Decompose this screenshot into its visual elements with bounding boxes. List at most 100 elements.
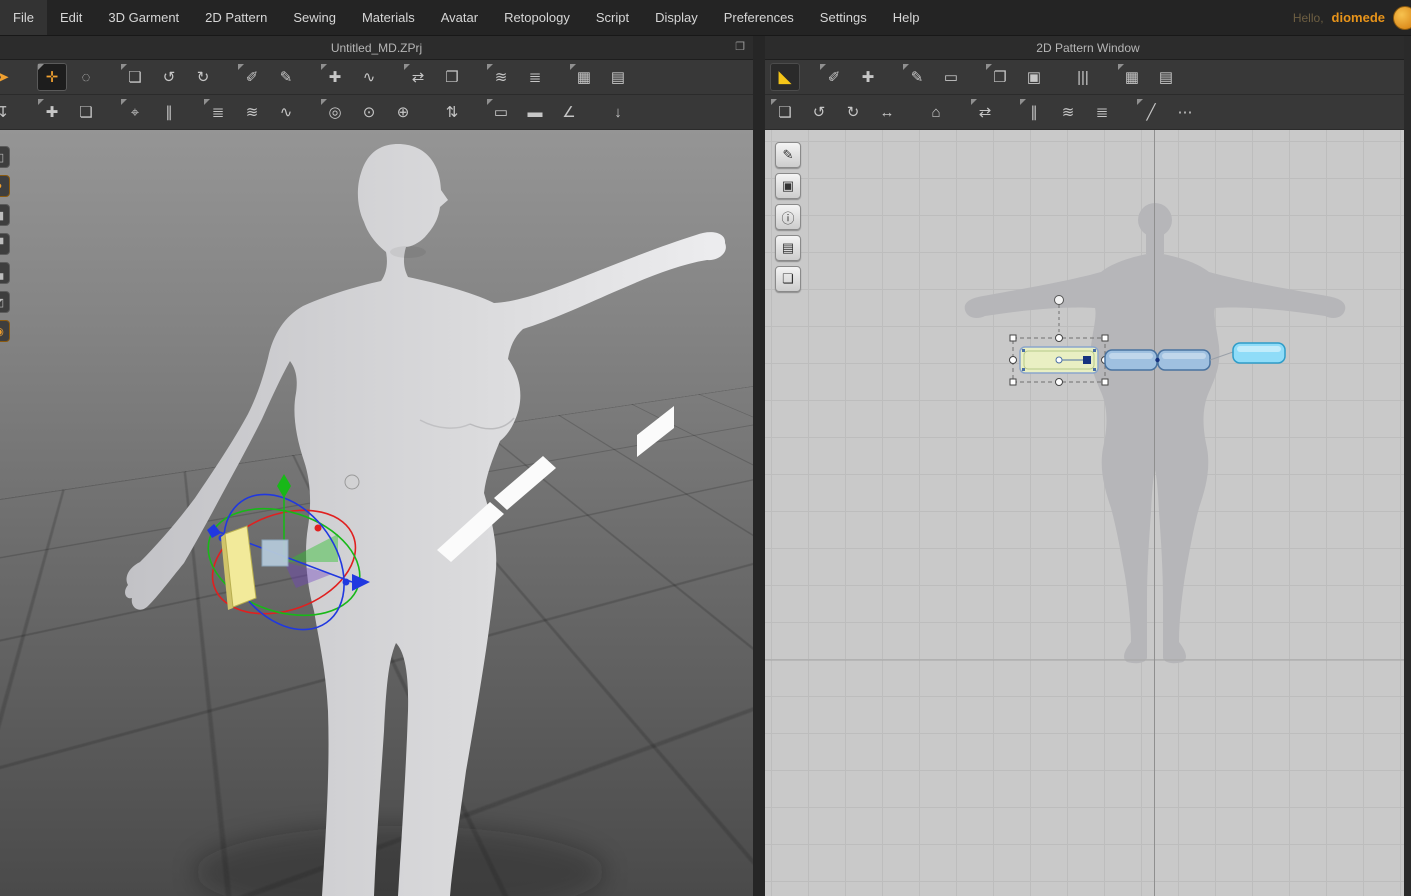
undock-icon[interactable]: ❐ <box>735 39 745 55</box>
stack-order-tool[interactable]: ≣ <box>520 63 550 91</box>
menu-materials[interactable]: Materials <box>349 0 428 35</box>
zipper-tool[interactable]: ⇅ <box>437 98 467 126</box>
menu-3d-garment[interactable]: 3D Garment <box>95 0 192 35</box>
menu-script[interactable]: Script <box>583 0 642 35</box>
basting-dash-tool[interactable]: ⋯ <box>1170 98 1200 126</box>
pattern-piece-3d-small[interactable] <box>637 406 674 457</box>
button-tool[interactable]: ◎ <box>320 98 350 126</box>
create-rectangle-tool[interactable]: ▭ <box>936 63 966 91</box>
menu-retopology[interactable]: Retopology <box>491 0 583 35</box>
pattern-piece-2d-cyan[interactable] <box>1232 342 1286 364</box>
show-grid-tool[interactable]: ▦ <box>1117 63 1147 91</box>
measure-2d-icon[interactable]: ✎ <box>775 142 801 168</box>
dock-tool-7[interactable]: ◉ <box>0 320 10 342</box>
menu-preferences[interactable]: Preferences <box>711 0 807 35</box>
panel-tab-2d[interactable]: 2D Pattern Window <box>765 36 1411 60</box>
segment-sewing-2d-tool[interactable]: ≋ <box>1053 98 1083 126</box>
menu-file[interactable]: File <box>0 0 47 35</box>
quad-mesh-edit-tool[interactable]: ▤ <box>603 63 633 91</box>
grading-tool[interactable]: ||| <box>1068 63 1098 91</box>
sewing-edit-2d-tool[interactable]: ∥ <box>1019 98 1049 126</box>
menu-display[interactable]: Display <box>642 0 711 35</box>
edit-texture-tool[interactable]: ❐ <box>985 63 1015 91</box>
avatar-3d[interactable] <box>125 144 726 896</box>
rotate-cw-tool[interactable]: ↻ <box>188 63 218 91</box>
side-glyph: ⓘ <box>781 210 795 226</box>
transform-pattern-tool[interactable]: ◣ <box>770 63 800 91</box>
pattern-piece-2d-blue-1[interactable] <box>1104 349 1158 371</box>
select-move-tool[interactable]: ✛ <box>37 63 67 91</box>
sewing-3d-tool[interactable]: ∥ <box>154 98 184 126</box>
select-box-tool[interactable]: ◌ <box>71 63 101 91</box>
dock-tool-5[interactable]: ▚ <box>0 262 10 284</box>
tack-tool[interactable]: ⌖ <box>120 98 150 126</box>
gizmo-pivot-handle[interactable] <box>344 474 360 490</box>
move-piece-2d-tool[interactable]: ❏ <box>770 98 800 126</box>
stack-fold-tool[interactable]: ≋ <box>486 63 516 91</box>
move-pattern-tool[interactable]: ❏ <box>120 63 150 91</box>
unfold-tool[interactable]: ⇄ <box>403 63 433 91</box>
flip-fold-tool[interactable]: ⇄ <box>970 98 1000 126</box>
free-sewing-2d-tool[interactable]: ≣ <box>1087 98 1117 126</box>
gizmo-center-cube[interactable] <box>261 539 289 567</box>
selected-piece-3d[interactable] <box>221 525 257 610</box>
add-point-2d-tool[interactable]: ✚ <box>853 63 883 91</box>
viewport-2d[interactable]: ✎ ▣ ⓘ ▤ ❏ <box>765 130 1411 896</box>
menu-edit[interactable]: Edit <box>47 0 95 35</box>
edit-curvature-tool[interactable]: ✎ <box>271 63 301 91</box>
dock-tool-6[interactable]: ◩ <box>0 291 10 313</box>
pattern-outline-tool[interactable]: ▣ <box>1019 63 1049 91</box>
edit-pattern-tool[interactable]: ✐ <box>237 63 267 91</box>
rotate-ccw-tool[interactable]: ↺ <box>154 63 184 91</box>
tool-glyph: ❏ <box>778 104 792 121</box>
measure-tape-tool[interactable]: ▭ <box>486 98 516 126</box>
quad-mesh-tool[interactable]: ▦ <box>569 63 599 91</box>
pipette-tool[interactable]: ↓ <box>603 98 633 126</box>
dock-tool-3[interactable]: ◨ <box>0 204 10 226</box>
edit-curve-tool[interactable]: ∿ <box>354 63 384 91</box>
fabric-view-icon[interactable]: ▤ <box>775 235 801 261</box>
garment-info-icon[interactable]: ▣ <box>775 173 801 199</box>
pattern-piece-2d-blue-2[interactable] <box>1157 349 1211 371</box>
edit-pattern-2d-tool[interactable]: ✐ <box>819 63 849 91</box>
rotate-ccw-2d-tool[interactable]: ↺ <box>804 98 834 126</box>
measure-edit-tool[interactable]: ▬ <box>520 98 550 126</box>
panel-divider[interactable] <box>753 36 765 896</box>
create-polygon-tool[interactable]: ✎ <box>902 63 932 91</box>
grid-settings-tool[interactable]: ▤ <box>1151 63 1181 91</box>
topstitch-tool[interactable]: ≣ <box>203 98 233 126</box>
shirring-tool[interactable]: ∿ <box>271 98 301 126</box>
dock-tool-4[interactable]: ▞ <box>0 233 10 255</box>
scale-2d-tool[interactable]: ↔ <box>872 98 902 126</box>
menu-help[interactable]: Help <box>880 0 933 35</box>
buttonhole-tool[interactable]: ⊙ <box>354 98 384 126</box>
dock-tool-2[interactable]: ● <box>0 175 10 197</box>
menu-avatar[interactable]: Avatar <box>428 0 491 35</box>
viewport-3d[interactable]: ◧ ● ◨ ▞ ▚ ◩ <box>0 130 753 896</box>
rotate-cw-2d-tool[interactable]: ↻ <box>838 98 868 126</box>
add-point-tool[interactable]: ✚ <box>320 63 350 91</box>
user-avatar-icon[interactable] <box>1393 5 1411 30</box>
attach-button-tool[interactable]: ⊕ <box>388 98 418 126</box>
pin-box-tool[interactable]: ❏ <box>71 98 101 126</box>
menu-sewing[interactable]: Sewing <box>280 0 349 35</box>
topstitch-edit-tool[interactable]: ≋ <box>237 98 267 126</box>
iron-press-tool[interactable]: ⌂ <box>921 98 951 126</box>
pattern-info-icon[interactable]: ⓘ <box>775 204 801 230</box>
pin-tool[interactable]: ↧ <box>0 98 18 126</box>
panel-tab-3d[interactable]: Untitled_MD.ZPrj ❐ <box>0 36 753 60</box>
internal-point[interactable] <box>1055 356 1063 364</box>
avatar-silhouette-icon[interactable]: ❏ <box>775 266 801 292</box>
pattern-piece-2d-selected[interactable] <box>1019 346 1099 374</box>
measure-angle-tool[interactable]: ∠ <box>554 98 584 126</box>
seam-line-tool[interactable]: ╱ <box>1136 98 1166 126</box>
symmetric-paste-tool[interactable]: ❐ <box>437 63 467 91</box>
rotation-handle[interactable] <box>1054 295 1064 305</box>
dock-tool-1[interactable]: ◧ <box>0 146 10 168</box>
pin-create-tool[interactable]: ✚ <box>37 98 67 126</box>
username-label[interactable]: diomede <box>1332 10 1385 25</box>
internal-anchor[interactable] <box>1083 356 1091 364</box>
menu-2d-pattern[interactable]: 2D Pattern <box>192 0 280 35</box>
menu-settings[interactable]: Settings <box>807 0 880 35</box>
simulate-button[interactable]: ➤ <box>0 63 18 91</box>
